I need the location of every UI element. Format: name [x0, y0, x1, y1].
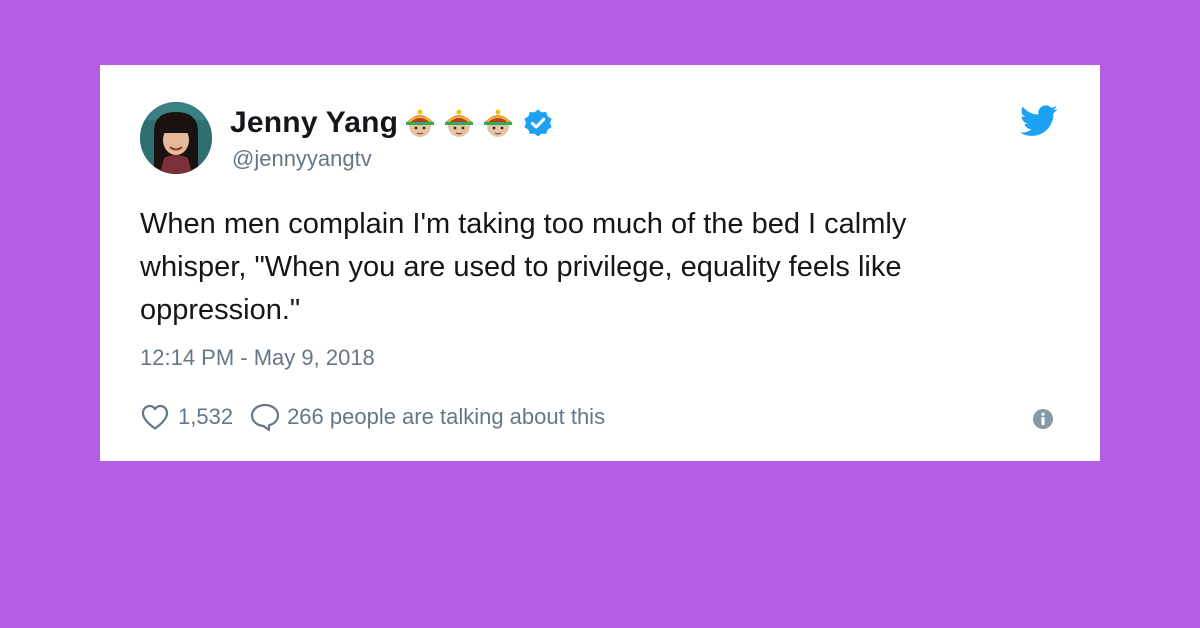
like-button[interactable]: 1,532 — [140, 403, 233, 431]
tweet-card: Jenny Yang @jennyyangtv When men complai… — [100, 65, 1100, 461]
name-row: Jenny Yang — [230, 103, 553, 143]
reply-bubble-icon — [249, 402, 281, 432]
heart-icon — [140, 403, 170, 431]
handle[interactable]: @jennyyangtv — [232, 146, 372, 172]
avatar[interactable] — [140, 102, 212, 174]
twitter-bird-icon[interactable] — [1020, 105, 1058, 137]
talking-count: 266 people are talking about this — [287, 404, 606, 429]
reply-button[interactable]: 266 people are talking about this — [249, 402, 605, 432]
like-count: 1,532 — [178, 404, 234, 429]
emoji-person-icon — [442, 106, 476, 140]
timestamp[interactable]: 12:14 PM - May 9, 2018 — [140, 345, 375, 371]
emoji-person-icon — [403, 106, 437, 140]
display-name[interactable]: Jenny Yang — [230, 106, 398, 140]
tweet-text: When men complain I'm taking too much of… — [140, 208, 907, 326]
verified-badge-icon — [523, 108, 553, 138]
tweet-actions: 1,532 266 people are talking about this — [140, 399, 605, 435]
info-icon[interactable] — [1032, 408, 1054, 430]
emoji-person-icon — [481, 106, 515, 140]
